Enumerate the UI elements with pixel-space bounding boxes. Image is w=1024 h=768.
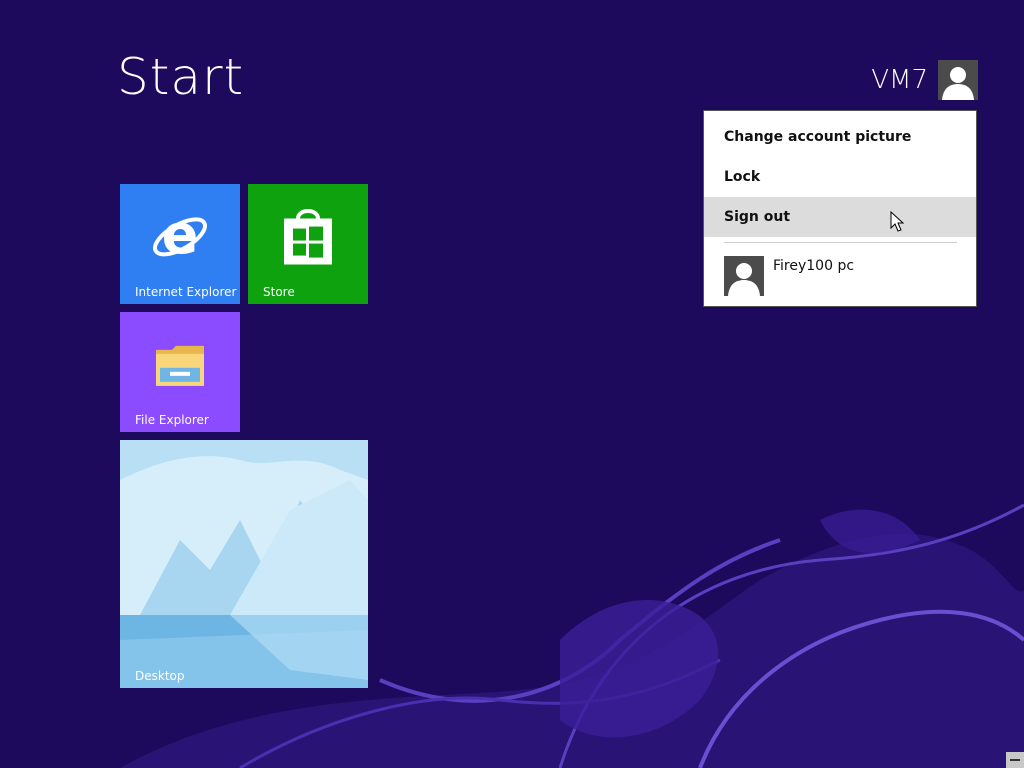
user-avatar-icon [938,60,978,100]
other-account-name: Firey100 pc [773,258,855,274]
menu-item-other-account[interactable]: Firey100 pc [724,256,976,296]
menu-item-sign-out[interactable]: Sign out [704,197,976,237]
mouse-cursor-icon [890,211,904,232]
desktop-wallpaper [120,440,368,688]
file-explorer-icon [154,342,206,394]
svg-text:e: e [162,207,199,266]
zoom-out-button[interactable] [1006,752,1024,768]
user-account-button[interactable]: VM7 [871,60,978,100]
menu-item-lock[interactable]: Lock [704,157,976,197]
tile-label: Internet Explorer [135,285,237,299]
tile-file-explorer[interactable]: File Explorer [120,312,240,432]
account-menu: Change account picture Lock Sign out Fir… [703,110,977,307]
menu-divider [724,242,957,243]
tile-store[interactable]: Store [248,184,368,304]
start-title: Start [117,48,245,106]
tile-internet-explorer[interactable]: e Internet Explorer [120,184,240,304]
tile-label: Desktop [135,669,185,683]
tile-label: Store [263,285,295,299]
user-name: VM7 [871,65,928,95]
tile-desktop[interactable]: Desktop [120,440,368,688]
menu-item-change-account-picture[interactable]: Change account picture [704,117,976,157]
store-icon [280,205,336,273]
account-avatar-icon [724,256,764,296]
tile-label: File Explorer [135,413,209,427]
internet-explorer-icon: e [150,203,210,271]
